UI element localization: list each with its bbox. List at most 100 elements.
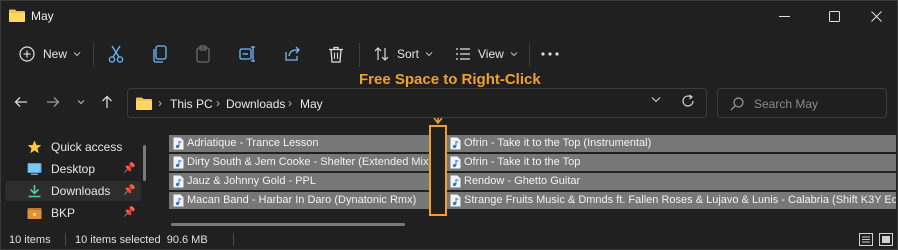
status-divider <box>233 233 234 246</box>
nav-item-downloads[interactable]: Downloads 📌 <box>5 181 141 201</box>
new-button[interactable]: New <box>19 37 81 71</box>
breadcrumb-separator-icon: › <box>216 96 220 110</box>
nav-item-label: Downloads <box>51 184 111 198</box>
item-count: 10 items <box>9 234 51 246</box>
horizontal-scrollbar[interactable] <box>171 223 405 226</box>
breadcrumb-separator-icon: › <box>288 96 292 110</box>
status-bar: 10 items 10 items selected 90.6 MB <box>1 229 898 250</box>
command-bar: New Sort View <box>1 37 898 73</box>
nav-item-quick-access[interactable]: Quick access <box>5 137 141 157</box>
file-item[interactable]: Adriatique - Trance Lesson <box>169 135 429 152</box>
file-name: Rendow - Ghetto Guitar <box>464 175 581 187</box>
file-item[interactable]: Rendow - Ghetto Guitar <box>446 173 896 190</box>
address-history-chevron-icon[interactable] <box>651 96 661 103</box>
search-icon <box>730 97 744 111</box>
toolbar-divider <box>93 43 94 67</box>
new-button-label: New <box>43 47 68 61</box>
audio-file-icon <box>173 175 184 188</box>
search-box[interactable]: Search May <box>717 88 887 118</box>
minimize-icon <box>778 15 790 17</box>
nav-item-desktop[interactable]: Desktop 📌 <box>5 159 141 179</box>
file-item[interactable]: Macan Band - Harbar In Daro (Dynatonic R… <box>169 192 429 209</box>
window-title: May <box>31 9 54 23</box>
star-icon <box>27 140 42 154</box>
file-name: Macan Band - Harbar In Daro (Dynatonic R… <box>187 194 417 206</box>
breadcrumb-this-pc[interactable]: This PC <box>170 97 213 111</box>
pin-icon: 📌 <box>123 185 136 196</box>
navigation-pane: Quick access Desktop 📌 Downloads 📌 BKP 📌 <box>1 129 149 225</box>
file-name: Adriatique - Trance Lesson <box>187 137 319 149</box>
breadcrumb-separator-icon: › <box>158 96 162 110</box>
sort-button-label: Sort <box>397 47 420 61</box>
paste-icon <box>196 45 210 63</box>
folder-icon <box>136 97 152 110</box>
close-button[interactable] <box>853 1 898 31</box>
file-item[interactable]: Dirty South & Jem Cooke - Shelter (Exten… <box>169 154 429 171</box>
cut-button[interactable] <box>108 37 124 71</box>
search-placeholder: Search May <box>754 97 819 111</box>
breadcrumb-may[interactable]: May <box>300 97 323 111</box>
more-icon <box>541 52 559 56</box>
file-item[interactable]: Strange Fruits Music & Dmnds ft. Fallen … <box>446 192 896 209</box>
minimize-button[interactable] <box>761 1 807 31</box>
audio-file-icon <box>450 137 461 150</box>
chevron-down-icon <box>73 52 81 57</box>
audio-file-icon <box>173 137 184 150</box>
share-button[interactable] <box>284 37 301 71</box>
audio-file-icon <box>173 194 184 207</box>
pin-icon: 📌 <box>123 207 136 218</box>
sort-button[interactable]: Sort <box>374 37 433 71</box>
file-name: Jauz & Johnny Gold - PPL <box>187 175 317 187</box>
nav-item-label: Desktop <box>51 162 96 176</box>
share-icon <box>285 46 300 61</box>
maximize-icon <box>828 10 840 22</box>
maximize-button[interactable] <box>811 1 857 31</box>
delete-button[interactable] <box>328 37 344 71</box>
arrow-up-icon <box>102 95 112 108</box>
address-bar[interactable]: › This PC › Downloads › May <box>127 88 707 118</box>
file-item[interactable]: Ofrin - Take it to the Top (Instrumental… <box>446 135 896 152</box>
audio-file-icon <box>450 194 461 207</box>
view-button[interactable]: View <box>455 37 518 71</box>
paste-button[interactable] <box>195 37 211 71</box>
details-view-icon[interactable] <box>859 233 873 246</box>
arrow-right-icon <box>47 97 60 107</box>
view-button-label: View <box>478 47 504 61</box>
explorer-window: May New Sort View Free Space to Right-Cl… <box>0 0 898 250</box>
toolbar-divider <box>359 43 360 67</box>
scissors-icon <box>108 45 124 63</box>
plus-circle-icon <box>19 46 35 62</box>
sort-icon <box>374 47 389 61</box>
up-button[interactable] <box>95 89 119 115</box>
nav-item-label: Quick access <box>51 140 123 154</box>
chevron-down-icon <box>510 52 518 57</box>
rename-button[interactable] <box>239 37 257 71</box>
trash-icon <box>329 46 343 63</box>
file-name: Ofrin - Take it to the Top (Instrumental… <box>464 137 652 149</box>
folder-icon <box>27 208 42 219</box>
close-icon <box>870 10 882 22</box>
more-options-button[interactable] <box>541 37 559 71</box>
nav-item-label: BKP <box>51 206 76 220</box>
nav-item-bkp[interactable]: BKP 📌 <box>5 203 141 223</box>
selection-info: 10 items selected 90.6 MB <box>75 234 208 246</box>
annotation-callout: Free Space to Right-Click <box>359 71 541 88</box>
recent-locations-button[interactable] <box>69 89 93 115</box>
back-button[interactable] <box>9 89 33 115</box>
navigation-scrollbar[interactable] <box>143 145 146 181</box>
status-divider <box>65 233 66 246</box>
desktop-icon <box>27 163 42 175</box>
audio-file-icon <box>450 156 461 169</box>
audio-file-icon <box>450 175 461 188</box>
forward-button[interactable] <box>41 89 65 115</box>
breadcrumb-downloads[interactable]: Downloads <box>226 97 285 111</box>
folder-icon <box>9 9 25 22</box>
refresh-icon[interactable] <box>681 94 695 108</box>
title-bar: May <box>1 1 898 33</box>
file-item[interactable]: Jauz & Johnny Gold - PPL <box>169 173 429 190</box>
view-list-icon <box>456 48 470 60</box>
thumbnail-view-icon[interactable] <box>879 233 893 246</box>
file-item[interactable]: Ofrin - Take it to the Top <box>446 154 896 171</box>
copy-button[interactable] <box>152 37 168 71</box>
audio-file-icon <box>173 156 184 169</box>
